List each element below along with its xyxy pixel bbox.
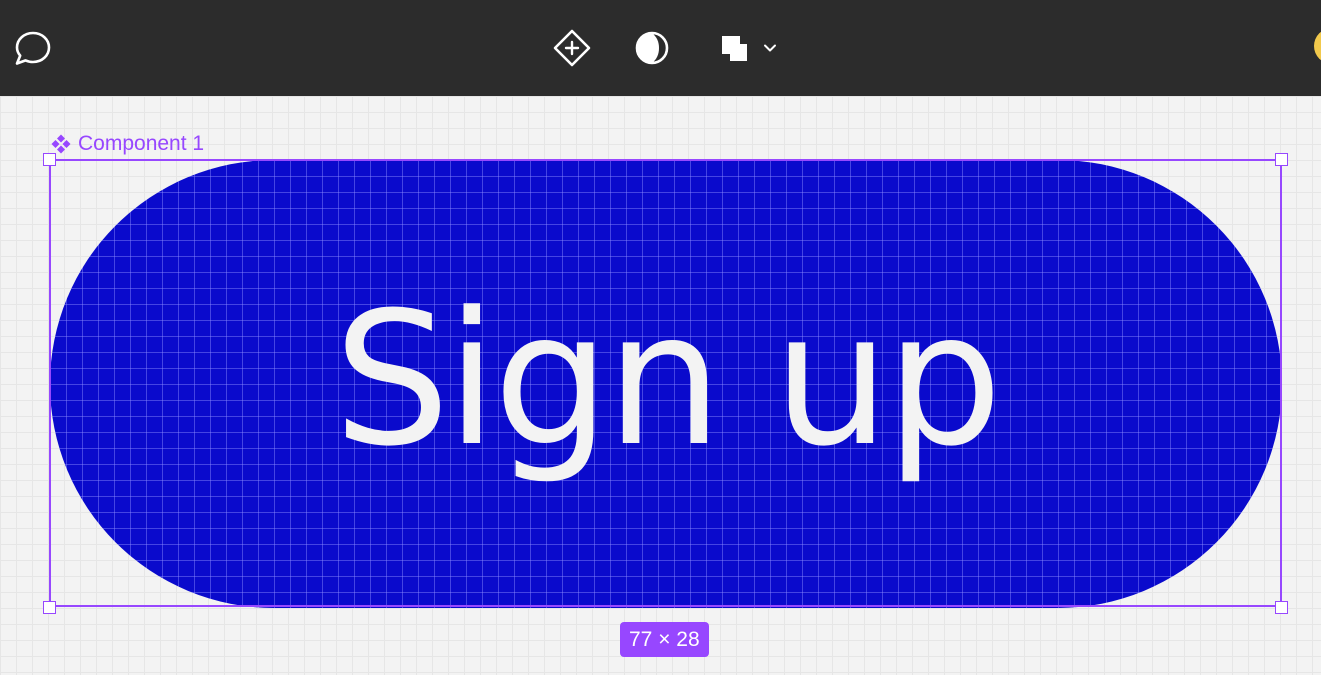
resize-handle-bottom-left[interactable] [43, 601, 56, 614]
avatar[interactable] [1314, 28, 1321, 64]
comment-button[interactable] [9, 24, 57, 72]
component-diamonds-icon [51, 134, 71, 154]
union-shapes-icon [722, 36, 747, 61]
boolean-shapes-dropdown[interactable] [752, 24, 788, 72]
signup-button-label: Sign up [333, 273, 1002, 487]
boolean-shapes-button[interactable] [710, 24, 758, 72]
comment-bubble-icon [15, 31, 51, 65]
resize-handle-top-right[interactable] [1275, 153, 1288, 166]
top-toolbar [0, 0, 1321, 96]
chevron-down-icon [764, 44, 776, 52]
contrast-icon [635, 31, 669, 65]
component-label-text: Component 1 [78, 132, 205, 155]
dimensions-badge: 77 × 28 [620, 622, 709, 657]
resize-handle-top-left[interactable] [43, 153, 56, 166]
component-label[interactable]: Component 1 [50, 132, 204, 156]
component-add-icon [553, 29, 591, 67]
signup-button-component[interactable]: Sign up [50, 160, 1282, 608]
create-component-button[interactable] [548, 24, 596, 72]
resize-handle-bottom-right[interactable] [1275, 601, 1288, 614]
theme-toggle-button[interactable] [628, 24, 676, 72]
